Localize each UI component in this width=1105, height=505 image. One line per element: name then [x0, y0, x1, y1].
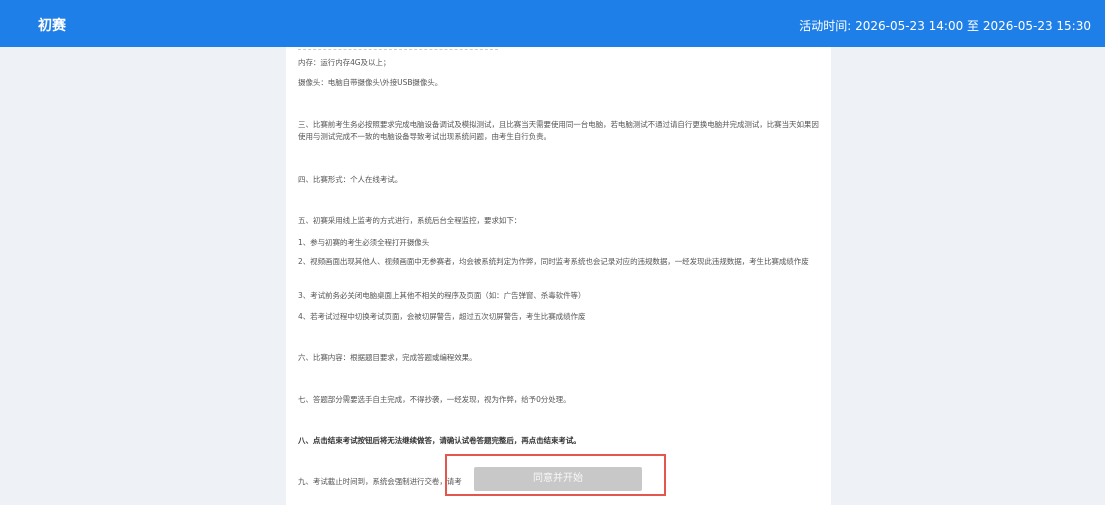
rule-line: 2、视频画面出现其他人、视频画面中无参赛者，均会被系统判定为作弊，同时监考系统也… [298, 257, 809, 266]
top-bar: 初赛 活动时间: 2026-05-23 14:00 至 2026-05-23 1… [0, 0, 1105, 47]
rule-line: 摄像头：电脑自带摄像头\外接USB摄像头。 [298, 78, 443, 87]
agree-start-button[interactable]: 同意并开始 [474, 467, 642, 491]
page-title: 初赛 [38, 18, 66, 34]
rule-line: 六、比赛内容：根据题目要求，完成答题或编程效果。 [298, 353, 477, 362]
rule-line: 八、点击结束考试按钮后将无法继续做答，请确认试卷答题完整后，再点击结束考试。 [298, 436, 581, 445]
clipped-line [298, 47, 498, 50]
rule-line: 七、答题部分需要选手自主完成，不得抄袭，一经发现，视为作弊，给予0分处理。 [298, 395, 571, 404]
activity-time: 活动时间: 2026-05-23 14:00 至 2026-05-23 15:3… [799, 19, 1091, 33]
rule-line: 三、比赛前考生务必按照要求完成电脑设备调试及模拟测试，且比赛当天需要使用同一台电… [298, 120, 819, 141]
rule-line: 3、考试前务必关闭电脑桌面上其他不相关的程序及页面（如：广告弹窗、杀毒软件等） [298, 291, 586, 300]
rule-line: 1、参与初赛的考生必须全程打开摄像头 [298, 238, 430, 247]
rules-panel[interactable]: 内存：运行内存4G及以上； 摄像头：电脑自带摄像头\外接USB摄像头。 三、比赛… [286, 47, 831, 505]
rule-line: 4、若考试过程中切换考试页面，会被切屏警告，超过五次切屏警告，考生比赛成绩作废 [298, 312, 586, 321]
rule-line: 内存：运行内存4G及以上； [298, 58, 391, 67]
rule-line: 五、初赛采用线上监考的方式进行，系统后台全程监控，要求如下： [298, 216, 522, 225]
rule-line: 四、比赛形式：个人在线考试。 [298, 175, 403, 184]
